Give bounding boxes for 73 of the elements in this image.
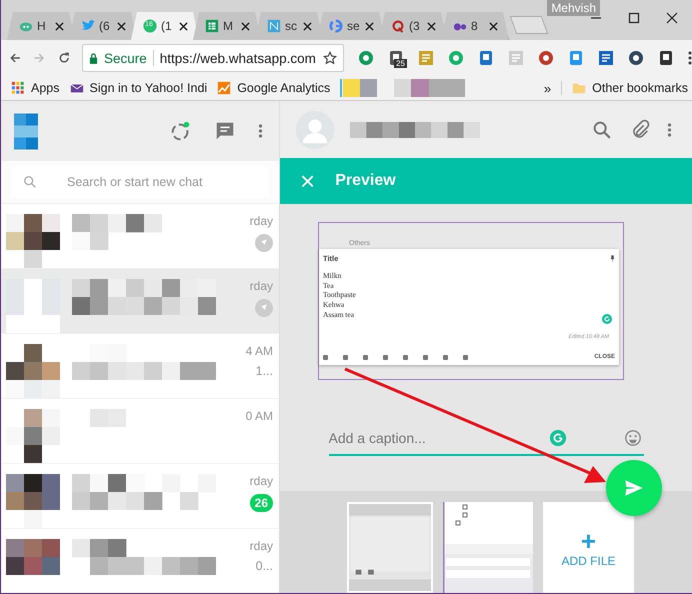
- favicon-icon: [143, 19, 157, 33]
- preview-title: Preview: [335, 172, 396, 190]
- chat-time: 4 AM: [246, 344, 273, 358]
- favicon-icon: [267, 19, 281, 33]
- close-icon[interactable]: [241, 22, 250, 30]
- emoji-icon[interactable]: [624, 429, 642, 447]
- bookmark-folder[interactable]: Other bookmarks: [561, 81, 692, 95]
- tool-icon: [423, 354, 428, 360]
- bookmarks-overflow-button[interactable]: »: [544, 80, 552, 96]
- chat-time: rday: [250, 279, 273, 293]
- pin-icon: [610, 255, 615, 262]
- close-icon[interactable]: [489, 22, 498, 30]
- tab-title: (6: [99, 19, 111, 33]
- maximize-icon[interactable]: [628, 12, 640, 24]
- tab-title: se: [347, 19, 361, 33]
- tool-icon: [343, 354, 348, 360]
- favicon-icon: [81, 19, 95, 33]
- bookmark-link[interactable]: Sign in to Yahoo! Indi: [70, 81, 208, 95]
- tab-title: M: [223, 19, 234, 33]
- close-icon[interactable]: [179, 22, 188, 30]
- tool-icon: [323, 354, 328, 360]
- star-icon[interactable]: [323, 51, 338, 65]
- close-icon[interactable]: [303, 22, 312, 30]
- chat-time: rday: [250, 474, 273, 488]
- tool-icon: [443, 354, 448, 360]
- bookmark-link[interactable]: Google Analytics: [217, 81, 330, 95]
- bookmark-icon: [70, 81, 84, 95]
- menu-icon[interactable]: [667, 122, 672, 138]
- tool-icon: [363, 354, 368, 360]
- bookmark-link[interactable]: Apps: [11, 81, 60, 95]
- bookmark-icon: [217, 81, 232, 95]
- extension-icon[interactable]: [538, 50, 554, 66]
- search-field[interactable]: Search or start new chat: [11, 166, 269, 198]
- tab-title: (3: [409, 19, 421, 33]
- close-icon[interactable]: [117, 22, 126, 30]
- unread-count: 26: [250, 494, 273, 512]
- search-icon: [23, 175, 37, 189]
- tab-title: H: [37, 19, 47, 33]
- address-bar[interactable]: Secure https://web.whatsapp.com: [82, 44, 344, 72]
- tab-title: (1: [161, 19, 173, 33]
- favicon-icon: [205, 19, 219, 33]
- close-icon[interactable]: [427, 22, 436, 30]
- chat-time: 0 AM: [246, 409, 273, 423]
- grammarly-icon: [602, 314, 612, 324]
- security-label: Secure: [104, 50, 147, 66]
- extension-icon[interactable]: [658, 50, 674, 66]
- chat-time: rday: [250, 539, 273, 553]
- folder-icon: [572, 81, 586, 95]
- message-preview: 1...: [256, 364, 273, 378]
- new-chat-icon[interactable]: [214, 120, 236, 142]
- extension-icon[interactable]: [628, 50, 644, 66]
- favicon-icon: [329, 19, 343, 33]
- tab-title: 8: [471, 19, 479, 33]
- tab-title: sc: [285, 19, 298, 33]
- search-icon[interactable]: [591, 118, 613, 140]
- extension-icon[interactable]: [598, 50, 614, 66]
- favicon-icon: [391, 19, 405, 33]
- close-icon[interactable]: [666, 12, 678, 24]
- chat-time: rday: [250, 214, 273, 228]
- tool-icon: [463, 354, 468, 360]
- message-preview: 0...: [256, 559, 273, 573]
- menu-icon[interactable]: [688, 50, 692, 66]
- tool-icon: [383, 354, 388, 360]
- close-icon[interactable]: [55, 22, 64, 30]
- url-text: https://web.whatsapp.com: [160, 50, 317, 66]
- tool-icon: [403, 354, 408, 360]
- lock-icon: [88, 52, 98, 64]
- browser-tab[interactable]: 8: [441, 12, 509, 40]
- extension-badge: 25: [394, 59, 407, 68]
- menu-icon[interactable]: [258, 123, 263, 139]
- status-icon[interactable]: [170, 120, 192, 142]
- close-icon[interactable]: [365, 22, 374, 30]
- bookmark-icon: [11, 81, 25, 95]
